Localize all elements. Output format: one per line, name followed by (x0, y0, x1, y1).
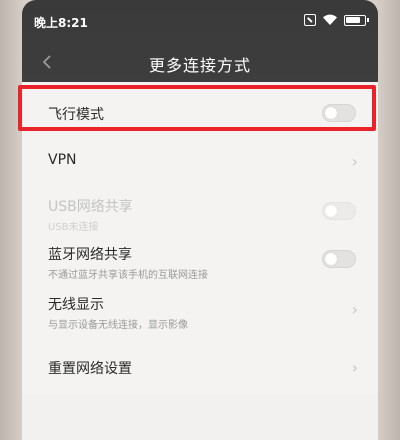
status-bar: 晚上8:21 (22, 10, 378, 34)
sim-icon (304, 14, 316, 26)
status-time: 晚上8:21 (34, 16, 88, 30)
chevron-right-icon: › (351, 300, 358, 319)
bluetooth-tethering-toggle[interactable] (322, 250, 356, 268)
airplane-mode-toggle[interactable] (322, 104, 356, 122)
chevron-right-icon: › (351, 152, 358, 171)
setting-subtitle: 与显示设备无线连接，显示影像 (48, 320, 188, 331)
setting-wireless-display[interactable]: 无线显示 与显示设备无线连接，显示影像 › (22, 288, 378, 340)
status-icons (304, 14, 369, 26)
setting-title: VPN (48, 152, 77, 168)
title-bar: 更多连接方式 (22, 44, 378, 80)
wifi-icon (323, 14, 337, 25)
setting-subtitle: USB未连接 (48, 222, 99, 233)
setting-usb-tethering: USB网络共享 USB未连接 (22, 186, 378, 234)
setting-title: 重置网络设置 (48, 361, 132, 377)
battery-icon (344, 14, 369, 26)
setting-reset-network[interactable]: 重置网络设置 › (22, 340, 378, 394)
top-area: 晚上8:21 更多连接方式 (22, 0, 378, 92)
setting-bluetooth-tethering[interactable]: 蓝牙网络共享 不通过蓝牙共享该手机的互联网连接 (22, 234, 378, 288)
chevron-right-icon: › (351, 358, 358, 377)
setting-vpn[interactable]: VPN › (22, 142, 378, 186)
setting-title: 无线显示 (48, 297, 104, 313)
page-title: 更多连接方式 (148, 56, 251, 75)
settings-list: 飞行模式 VPN › USB网络共享 USB未连接 蓝牙网络共享 不通过蓝牙共享… (22, 82, 378, 394)
phone-screen: 晚上8:21 更多连接方式 飞行模式 VPN › USB网络共享 USB未连接 … (22, 0, 378, 440)
setting-subtitle: 不通过蓝牙共享该手机的互联网连接 (48, 270, 208, 281)
usb-tethering-toggle (322, 202, 356, 220)
setting-airplane-mode[interactable]: 飞行模式 (22, 82, 378, 142)
